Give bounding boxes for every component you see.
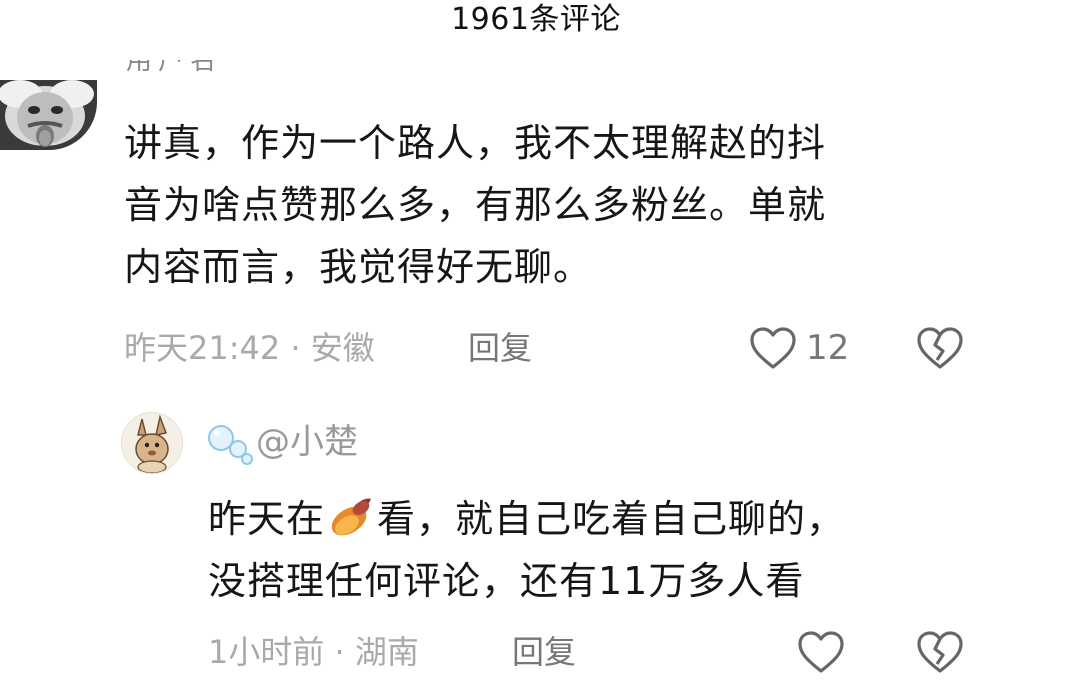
- reply-line: 昨天在 看，就自己吃着自己聊的，: [208, 488, 968, 550]
- commenter-name-cropped[interactable]: 用户名: [126, 60, 266, 82]
- commenter-avatar[interactable]: [0, 80, 97, 150]
- reply-meta: 1小时前 · 湖南: [208, 628, 419, 676]
- comment-time: 昨天21:42: [124, 329, 281, 367]
- replier-avatar[interactable]: [121, 412, 183, 474]
- reply-location: 湖南: [354, 633, 419, 671]
- comment-count-title: 1961条评论: [451, 2, 621, 37]
- broken-heart-icon[interactable]: [916, 630, 964, 674]
- broken-heart-icon[interactable]: [916, 326, 964, 370]
- avatar-image: [0, 80, 97, 150]
- comment-meta: 昨天21:42 · 安徽: [124, 324, 375, 372]
- like-count: 12: [806, 328, 850, 368]
- heart-outline-icon[interactable]: [749, 326, 797, 370]
- avatar-image: [122, 413, 182, 473]
- comments-page: 1961条评论 用户名 讲真，作为一个路人，我不太理解赵的抖 音为啥点赞那么多，…: [0, 0, 1072, 696]
- comment-line: 内容而言，我觉得好无聊。: [124, 245, 593, 289]
- reply-time: 1小时前: [208, 633, 325, 671]
- sweet-potato-icon: [331, 498, 372, 536]
- reply-line: 没搭理任何评论，还有11万多人看: [208, 559, 805, 603]
- reply-button[interactable]: 回复: [512, 628, 576, 676]
- reply-mention[interactable]: @小楚: [256, 418, 358, 466]
- bubbles-icon: [208, 425, 253, 465]
- comment-text: 讲真，作为一个路人，我不太理解赵的抖 音为啥点赞那么多，有那么多粉丝。单就 内容…: [124, 112, 944, 298]
- comment-location: 安徽: [310, 329, 375, 367]
- comment-line: 讲真，作为一个路人，我不太理解赵的抖: [124, 121, 827, 165]
- reply-text: 昨天在 看，就自己吃着自己聊的， 没搭理任何评论，还有11万多人看: [208, 488, 968, 612]
- meta-separator: ·: [334, 633, 345, 671]
- meta-separator: ·: [290, 329, 301, 367]
- reply-button[interactable]: 回复: [468, 324, 532, 372]
- comment-line: 音为啥点赞那么多，有那么多粉丝。单就: [124, 183, 827, 227]
- heart-outline-icon[interactable]: [797, 630, 845, 674]
